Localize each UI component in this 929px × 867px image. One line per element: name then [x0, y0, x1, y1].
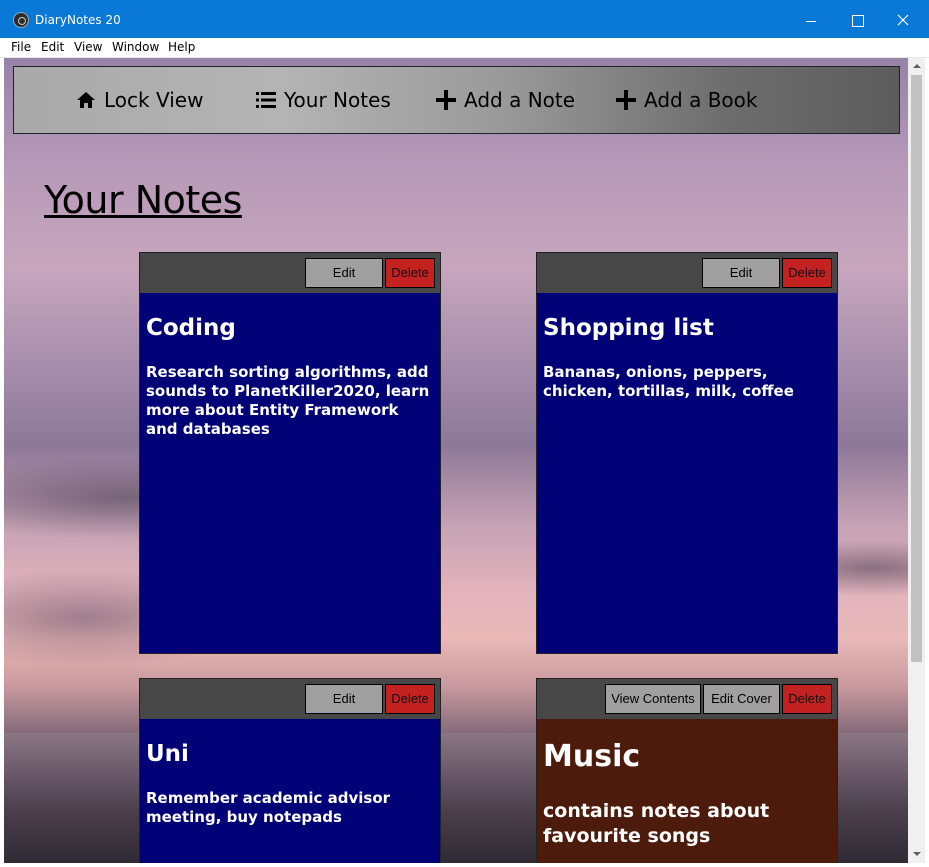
- page-title: Your Notes: [44, 178, 242, 222]
- note-card: Edit Delete Uni Remember academic adviso…: [139, 678, 441, 863]
- book-text: contains notes about favourite songs: [543, 800, 770, 847]
- book-card: View Contents Edit Cover Delete Music co…: [536, 678, 838, 863]
- book-body: Music contains notes about favourite son…: [537, 719, 837, 863]
- nav-your-notes[interactable]: Your Notes: [256, 67, 391, 133]
- note-card: Edit Delete Coding Research sorting algo…: [139, 252, 441, 654]
- delete-button[interactable]: Delete: [385, 684, 435, 714]
- menu-window[interactable]: Window: [112, 40, 159, 54]
- app-icon: [13, 12, 29, 28]
- scroll-down-arrow-icon[interactable]: [908, 846, 925, 863]
- title-bar: DiaryNotes 20: [0, 0, 929, 38]
- note-body: Coding Research sorting algorithms, add …: [140, 293, 440, 653]
- card-toolbar: Edit Delete: [140, 253, 440, 293]
- vertical-scrollbar[interactable]: [908, 58, 925, 863]
- close-button[interactable]: [880, 0, 926, 38]
- minimize-button[interactable]: [788, 0, 834, 38]
- note-body: Shopping list Bananas, onions, peppers, …: [537, 293, 837, 653]
- maximize-button[interactable]: [834, 0, 880, 38]
- card-toolbar: View Contents Edit Cover Delete: [537, 679, 837, 719]
- nav-lock-view[interactable]: Lock View: [76, 67, 203, 133]
- menu-help[interactable]: Help: [168, 40, 195, 54]
- menu-file[interactable]: File: [11, 40, 31, 54]
- delete-button[interactable]: Delete: [385, 258, 435, 288]
- close-icon: [897, 14, 909, 26]
- edit-cover-button[interactable]: Edit Cover: [703, 684, 780, 714]
- nav-add-note[interactable]: Add a Note: [436, 67, 575, 133]
- edit-button[interactable]: Edit: [702, 258, 780, 288]
- delete-button[interactable]: Delete: [782, 258, 832, 288]
- nav-your-notes-label: Your Notes: [284, 88, 391, 112]
- menu-view[interactable]: View: [74, 40, 102, 54]
- scroll-up-arrow-icon[interactable]: [908, 58, 925, 75]
- window-title: DiaryNotes 20: [35, 13, 121, 27]
- home-icon: [77, 92, 95, 108]
- note-text: Research sorting algorithms, add sounds …: [146, 363, 430, 438]
- note-body: Uni Remember academic advisor meeting, b…: [140, 719, 440, 863]
- note-title: Uni: [146, 741, 189, 767]
- note-title: Shopping list: [543, 315, 714, 341]
- list-icon: [256, 92, 276, 108]
- nav-add-note-label: Add a Note: [464, 88, 576, 112]
- nav-lock-view-label: Lock View: [104, 88, 204, 112]
- view-contents-button[interactable]: View Contents: [605, 684, 701, 714]
- delete-button[interactable]: Delete: [782, 684, 832, 714]
- book-title: Music: [543, 739, 641, 774]
- note-title: Coding: [146, 315, 236, 341]
- menu-bar: File Edit View Window Help: [0, 38, 929, 58]
- nav-add-book-label: Add a Book: [644, 88, 758, 112]
- menu-edit[interactable]: Edit: [41, 40, 64, 54]
- scroll-thumb[interactable]: [911, 75, 922, 662]
- card-toolbar: Edit Delete: [140, 679, 440, 719]
- note-text: Remember academic advisor meeting, buy n…: [146, 789, 391, 826]
- note-text: Bananas, onions, peppers, chicken, torti…: [543, 363, 794, 400]
- plus-icon: [616, 90, 636, 110]
- nav-bar: Lock View Your Notes Add a Note Add a Bo…: [13, 66, 900, 134]
- content-area: Lock View Your Notes Add a Note Add a Bo…: [4, 58, 908, 863]
- plus-icon: [436, 90, 456, 110]
- card-toolbar: Edit Delete: [537, 253, 837, 293]
- nav-add-book[interactable]: Add a Book: [616, 67, 757, 133]
- edit-button[interactable]: Edit: [305, 684, 383, 714]
- edit-button[interactable]: Edit: [305, 258, 383, 288]
- note-card: Edit Delete Shopping list Bananas, onion…: [536, 252, 838, 654]
